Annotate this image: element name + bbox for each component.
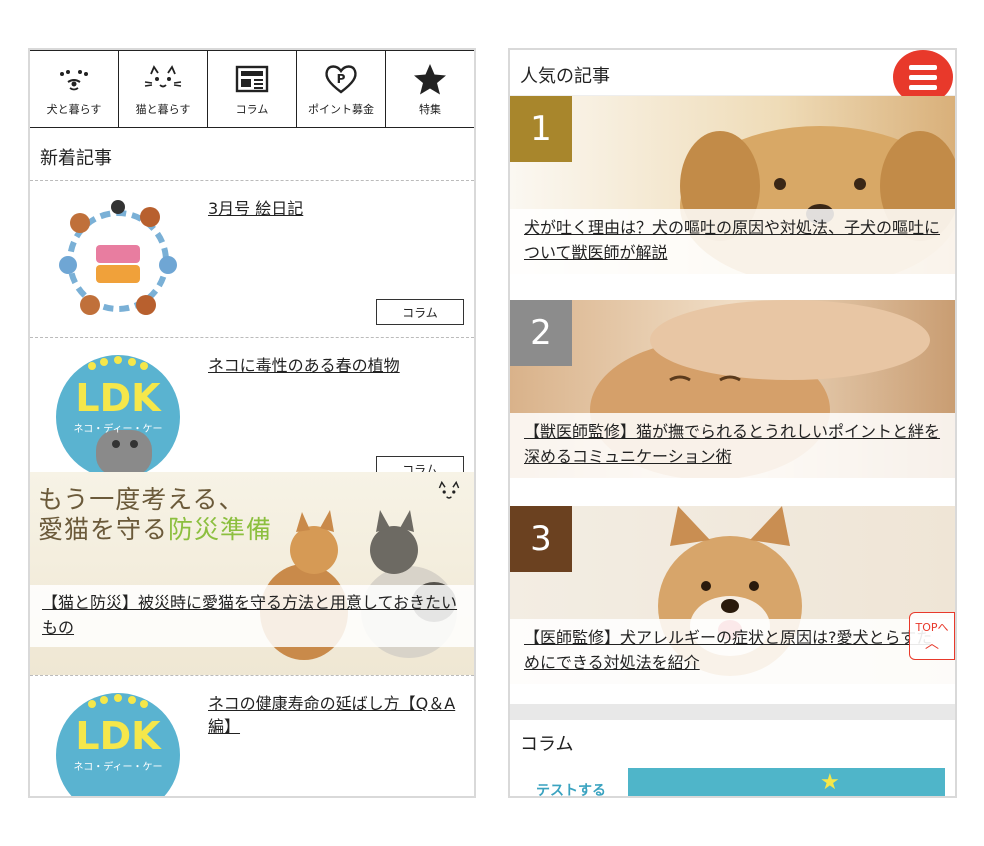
nav-label: コラム	[235, 103, 269, 116]
popular-articles-title: 人気の記事	[510, 50, 955, 96]
rank-number-badge: 2	[510, 300, 572, 366]
banner-heading-line2: 愛猫を守る防災準備	[38, 510, 272, 546]
article-thumbnail[interactable]: LDK ネコ・ディー・ケー	[50, 352, 186, 482]
disaster-prep-banner[interactable]: もう一度考える、 愛猫を守る防災準備 【猫と防災】被災時に愛猫を守る方法と用意し…	[30, 472, 474, 676]
section-divider	[510, 704, 955, 720]
column-banner-text: テストする	[536, 783, 606, 798]
scroll-to-top-button[interactable]: TOPへ ︿	[909, 612, 955, 660]
article-item: 3月号 絵日記 コラム	[30, 181, 474, 338]
menu-bar	[909, 74, 937, 80]
ldk-logo-text: LDK	[75, 376, 161, 420]
star-icon: ★	[820, 770, 840, 795]
ldk-logo-text: LDK	[75, 714, 161, 758]
dog-face-icon	[54, 61, 94, 97]
nav-item-cat[interactable]: 猫と暮らす	[119, 51, 208, 127]
article-item: LDK ネコ・ディー・ケー ネコの健康寿命の延ばし方【Q＆A編】	[30, 676, 474, 796]
heart-p-icon: P	[323, 61, 359, 97]
scroll-to-top-label: TOPへ	[915, 621, 949, 634]
ranking-item[interactable]: 2 【獣医師監修】猫が撫でられるとうれしいポイントと絆を深めるコミュニケーション…	[510, 300, 955, 478]
star-icon	[412, 61, 448, 97]
article-title-link[interactable]: 3月号 絵日記	[208, 197, 462, 220]
new-articles-title: 新着記事	[30, 128, 474, 181]
menu-bar	[909, 84, 937, 90]
nav-label: ポイント募金	[308, 103, 374, 116]
nav-label: 特集	[419, 103, 441, 116]
article-title-link[interactable]: ネコの健康寿命の延ばし方【Q＆A編】	[208, 692, 462, 738]
svg-text:P: P	[337, 72, 346, 86]
banner-heading-highlight: 防災準備	[168, 515, 273, 544]
category-nav: 犬と暮らす 猫と暮らす コラム P ポイント募金 特集	[30, 50, 474, 128]
nav-label: 犬と暮らす	[46, 103, 102, 116]
column-banner[interactable]: テストする ★	[520, 768, 945, 798]
cat-face-icon	[143, 61, 183, 97]
column-section-title: コラム	[520, 734, 574, 755]
right-panel: 人気の記事 1 犬が吐く理由は？犬の嘔吐の原因や対処法、子犬の嘔吐について獣医師…	[508, 48, 957, 798]
menu-bar	[909, 64, 937, 70]
ranking-title-link[interactable]: 【医師監修】犬アレルギーの症状と原因は?愛犬とらすためにできる対処法を紹介	[510, 618, 955, 684]
nav-item-column[interactable]: コラム	[208, 51, 297, 127]
ranking-title-link[interactable]: 【獣医師監修】猫が撫でられるとうれしいポイントと絆を深めるコミュニケーション術	[510, 412, 955, 478]
article-title-link[interactable]: ネコに毒性のある春の植物	[208, 354, 462, 377]
nav-item-dog[interactable]: 犬と暮らす	[30, 51, 119, 127]
cat-face-icon	[438, 480, 460, 499]
article-thumbnail[interactable]: LDK ネコ・ディー・ケー	[50, 690, 186, 796]
ldk-logo-subtext: ネコ・ディー・ケー	[73, 424, 163, 435]
banner-article-title-link[interactable]: 【猫と防災】被災時に愛猫を守る方法と用意しておきたいもの	[30, 585, 474, 647]
nav-label: 猫と暮らす	[135, 103, 191, 116]
rank-number-badge: 3	[510, 506, 572, 572]
ranking-title-link[interactable]: 犬が吐く理由は？犬の嘔吐の原因や対処法、子犬の嘔吐について獣医師が解説	[510, 208, 955, 274]
ranking-item[interactable]: 1 犬が吐く理由は？犬の嘔吐の原因や対処法、子犬の嘔吐について獣医師が解説	[510, 96, 955, 274]
article-thumbnail[interactable]	[50, 195, 186, 325]
left-panel: 犬と暮らす 猫と暮らす コラム P ポイント募金 特集 新着記事 3月号 絵日記…	[28, 48, 476, 798]
nav-item-feature[interactable]: 特集	[386, 51, 474, 127]
newspaper-icon	[234, 61, 270, 97]
banner-heading-part: 愛猫を守る	[38, 515, 169, 544]
category-tag-button[interactable]: コラム	[376, 299, 464, 325]
nav-item-point-donation[interactable]: P ポイント募金	[297, 51, 386, 127]
rank-number-badge: 1	[510, 96, 572, 162]
ranking-item[interactable]: 3 【医師監修】犬アレルギーの症状と原因は?愛犬とらすためにできる対処法を紹介	[510, 506, 955, 684]
chevron-up-icon: ︿	[925, 636, 939, 652]
ldk-logo-subtext: ネコ・ディー・ケー	[73, 762, 163, 773]
